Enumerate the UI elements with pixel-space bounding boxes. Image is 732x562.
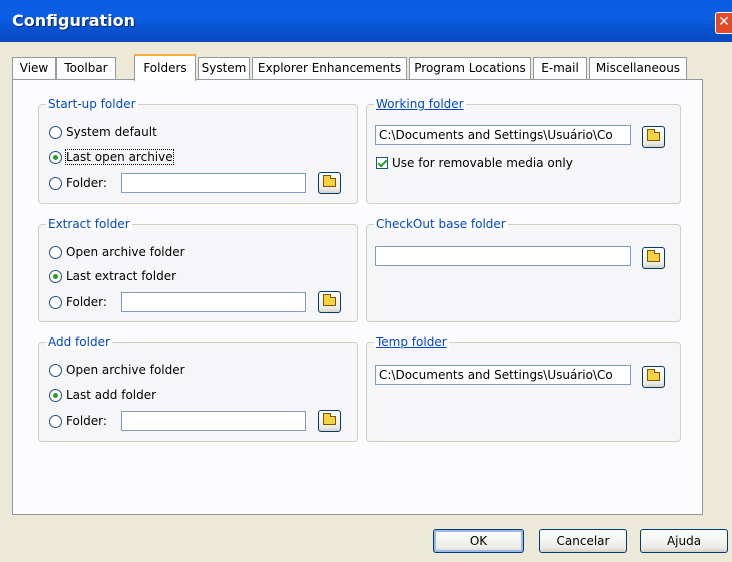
temp-folder-browse-button[interactable] [642, 366, 665, 388]
tab-email[interactable]: E-mail [533, 57, 587, 79]
radio-label: Last open archive [65, 149, 174, 165]
extract-folder-browse-button[interactable] [318, 291, 341, 313]
radio-button[interactable] [49, 245, 62, 259]
radio-button[interactable] [49, 363, 62, 377]
radio-button[interactable] [49, 388, 62, 402]
removable-media-checkbox[interactable] [376, 157, 388, 169]
temp-folder-input[interactable]: C:\Documents and Settings\Usuário\Co [375, 365, 631, 385]
radio-label: Folder: [66, 414, 107, 428]
title-bar[interactable]: Configuration ✕ [0, 0, 732, 42]
folder-icon [647, 129, 660, 141]
ok-button[interactable]: OK [433, 529, 524, 553]
removable-media-label: Use for removable media only [392, 156, 573, 170]
folder-icon [647, 369, 660, 381]
checkout-folder-group: CheckOut base folder [366, 217, 681, 322]
radio-label: Folder: [66, 176, 107, 190]
working-folder-group: Working folder C:\Documents and Settings… [366, 97, 681, 204]
add-folder-input[interactable] [121, 411, 306, 431]
configuration-window: Configuration ✕ View Toolbar Folders Sys… [0, 0, 732, 562]
startup-last-open-archive-option[interactable]: Last open archive [49, 148, 174, 166]
working-folder-title: Working folder [374, 97, 466, 111]
radio-label: Last extract folder [66, 269, 177, 283]
radio-button[interactable] [49, 150, 62, 164]
extract-folder-title: Extract folder [46, 217, 132, 231]
radio-label: Last add folder [66, 388, 157, 402]
radio-button[interactable] [49, 125, 62, 139]
tab-program-locations[interactable]: Program Locations [409, 57, 531, 79]
startup-folder-browse-button[interactable] [318, 172, 341, 194]
tab-explorer-enhancements[interactable]: Explorer Enhancements [252, 57, 407, 79]
window-title: Configuration [12, 11, 136, 30]
temp-folder-title: Temp folder [374, 335, 449, 349]
folder-icon [323, 175, 336, 187]
extract-folder-group: Extract folder Open archive folder Last … [38, 217, 358, 322]
tab-view[interactable]: View [12, 57, 56, 79]
radio-label: Open archive folder [66, 363, 185, 377]
add-folder-option[interactable]: Folder: [49, 412, 107, 430]
working-folder-input[interactable]: C:\Documents and Settings\Usuário\Co [375, 125, 631, 145]
radio-button[interactable] [49, 269, 62, 283]
extract-open-archive-folder-option[interactable]: Open archive folder [49, 243, 185, 261]
tab-system[interactable]: System [198, 57, 250, 79]
add-last-add-folder-option[interactable]: Last add folder [49, 386, 156, 404]
removable-media-option[interactable]: Use for removable media only [376, 155, 573, 171]
radio-button[interactable] [49, 176, 62, 190]
add-folder-title: Add folder [46, 335, 112, 349]
folder-icon [323, 294, 336, 306]
startup-folder-title: Start-up folder [46, 97, 138, 111]
radio-button[interactable] [49, 295, 62, 309]
temp-folder-group: Temp folder C:\Documents and Settings\Us… [366, 335, 681, 442]
radio-button[interactable] [49, 414, 62, 428]
folder-icon [323, 413, 336, 425]
radio-label: Folder: [66, 295, 107, 309]
checkout-folder-browse-button[interactable] [642, 247, 665, 269]
extract-folder-option[interactable]: Folder: [49, 293, 107, 311]
extract-folder-input[interactable] [121, 292, 306, 312]
folder-icon [647, 250, 660, 262]
extract-last-extract-folder-option[interactable]: Last extract folder [49, 267, 176, 285]
close-icon: ✕ [718, 14, 730, 30]
cancel-button[interactable]: Cancelar [539, 529, 627, 553]
checkout-folder-input[interactable] [375, 246, 631, 266]
startup-system-default-option[interactable]: System default [49, 123, 157, 141]
folders-tab-panel: Start-up folder System default Last open… [12, 79, 703, 515]
tab-miscellaneous[interactable]: Miscellaneous [589, 57, 687, 79]
help-button[interactable]: Ajuda [640, 529, 728, 553]
tab-toolbar[interactable]: Toolbar [56, 57, 116, 79]
add-folder-browse-button[interactable] [318, 410, 341, 432]
radio-label: Open archive folder [66, 245, 185, 259]
close-button[interactable]: ✕ [715, 12, 732, 34]
add-folder-group: Add folder Open archive folder Last add … [38, 335, 358, 442]
add-open-archive-folder-option[interactable]: Open archive folder [49, 361, 185, 379]
working-folder-browse-button[interactable] [642, 126, 665, 148]
startup-folder-option[interactable]: Folder: [49, 174, 107, 192]
startup-folder-group: Start-up folder System default Last open… [38, 97, 358, 204]
tab-folders[interactable]: Folders [134, 54, 196, 81]
startup-folder-input[interactable] [121, 173, 306, 193]
checkout-folder-title: CheckOut base folder [374, 217, 508, 231]
radio-label: System default [66, 125, 157, 139]
